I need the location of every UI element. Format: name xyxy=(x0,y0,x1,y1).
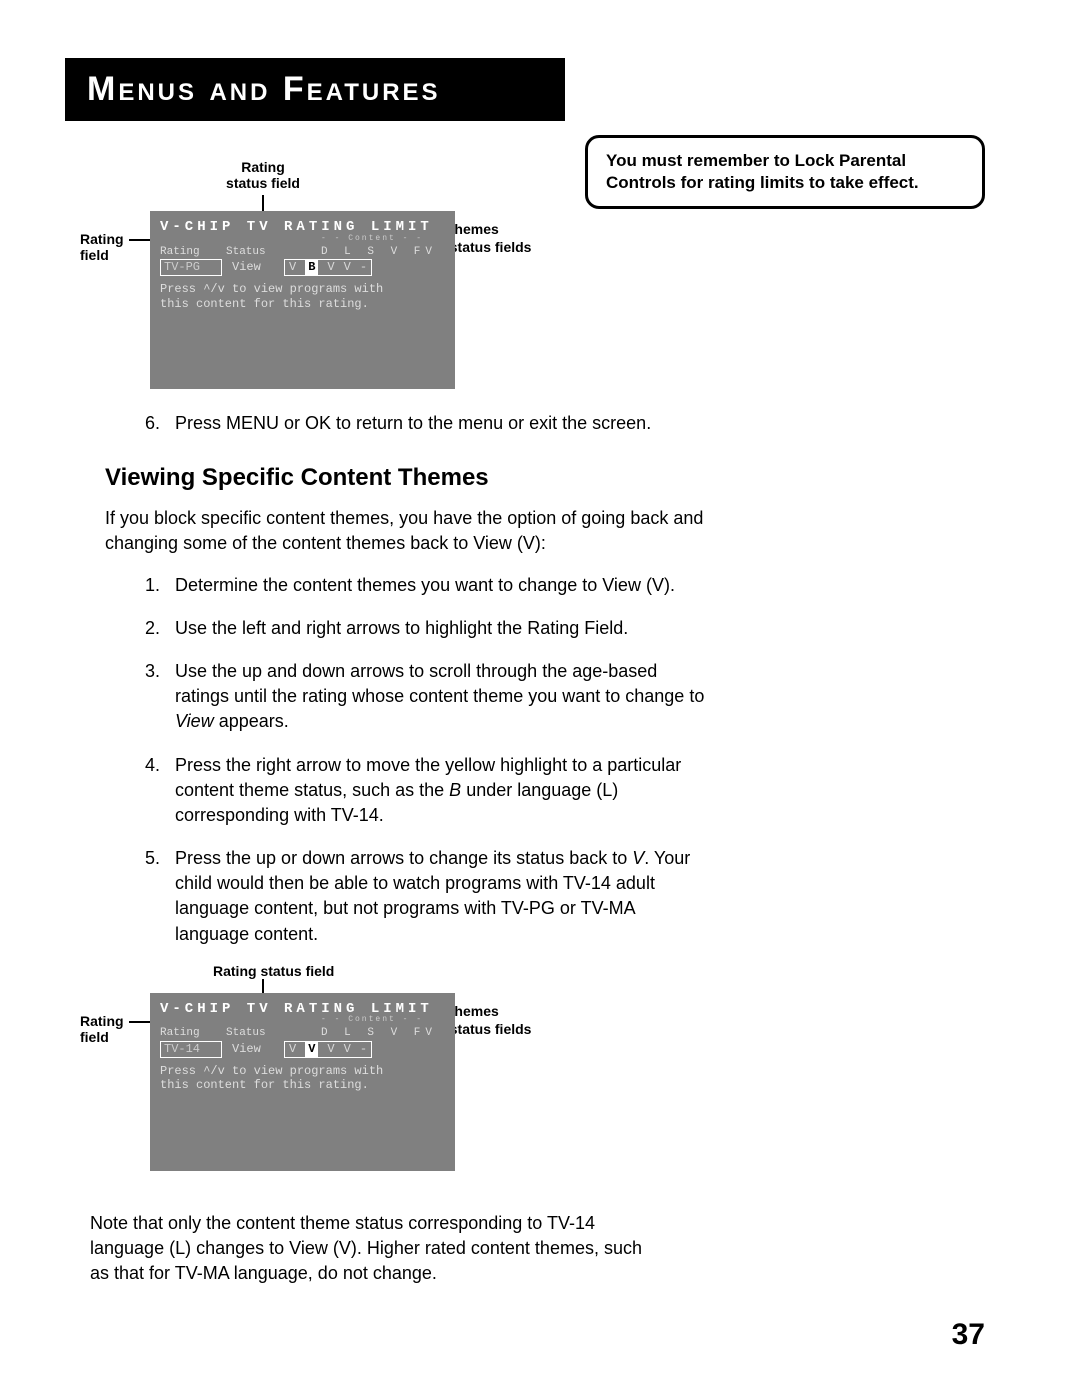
osd-screen-1: V-CHIP TV RATING LIMIT - - Content - - R… xyxy=(150,211,455,389)
osd-message: Press ^/v to view programs with this con… xyxy=(160,282,445,311)
osd-diagram-2: Rating status field Rating field Content… xyxy=(95,965,985,1195)
step-1: 1.Determine the content themes you want … xyxy=(145,573,705,598)
page-title: Menus and Features xyxy=(65,58,565,121)
section-heading: Viewing Specific Content Themes xyxy=(105,464,705,492)
callout-rating-status-field-2: Rating status field xyxy=(213,963,334,979)
rating-value: TV-14 xyxy=(160,1041,222,1058)
note-paragraph: Note that only the content theme status … xyxy=(90,1211,650,1287)
intro-paragraph: If you block specific content themes, yo… xyxy=(105,506,705,556)
osd-headers: Rating Status D L S V FV xyxy=(160,1027,445,1041)
osd-headers: Rating Status D L S V FV xyxy=(160,246,445,260)
osd-diagram-1: Rating status field Rating field Content… xyxy=(95,161,985,391)
page-number: 37 xyxy=(952,1318,985,1352)
step-3: 3.Use the up and down arrows to scroll t… xyxy=(145,659,705,735)
highlighted-cell: V xyxy=(305,1042,318,1057)
highlighted-cell: B xyxy=(305,260,318,275)
status-value: View xyxy=(222,260,278,275)
status-value: View xyxy=(222,1042,278,1057)
osd-data-row: TV-14 View V V V V - xyxy=(160,1041,445,1058)
callout-rating-status-field: Rating status field xyxy=(203,159,323,191)
callout-rating-field: Rating field xyxy=(80,231,124,263)
step-6: 6. Press MENU or OK to return to the men… xyxy=(145,411,705,436)
content-values: V V V V - xyxy=(284,1041,372,1058)
callout-rating-field-2: Rating field xyxy=(80,1013,124,1045)
rating-value: TV-PG xyxy=(160,259,222,276)
osd-data-row: TV-PG View V B V V - xyxy=(160,259,445,276)
content-values: V B V V - xyxy=(284,259,372,276)
osd-screen-2: V-CHIP TV RATING LIMIT - - Content - - R… xyxy=(150,993,455,1171)
step-2: 2.Use the left and right arrows to highl… xyxy=(145,616,705,641)
step-4: 4.Press the right arrow to move the yell… xyxy=(145,753,705,829)
osd-message: Press ^/v to view programs with this con… xyxy=(160,1064,445,1093)
step-5: 5.Press the up or down arrows to change … xyxy=(145,846,705,947)
